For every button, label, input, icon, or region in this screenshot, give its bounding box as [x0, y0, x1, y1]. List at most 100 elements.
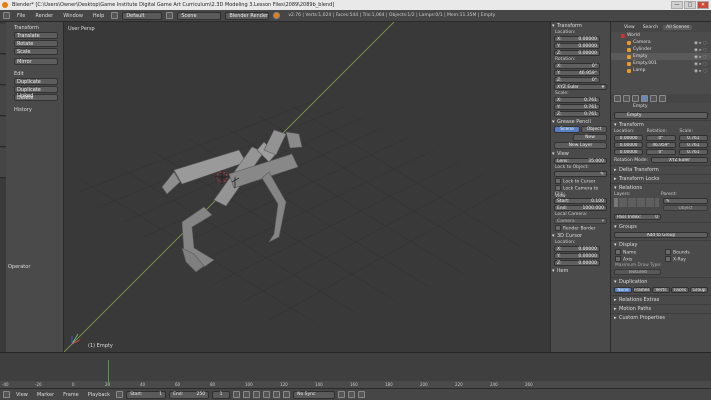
lock-to-cursor-checkbox[interactable]: Lock to Cursor	[551, 178, 610, 185]
transform-locks-header[interactable]: Transform Locks	[611, 174, 711, 184]
outliner-row-empty[interactable]: Empty ◉ ▸ ◌	[611, 53, 711, 60]
props-loc-x[interactable]: 0.00000	[614, 135, 644, 141]
parent-field[interactable]: ✎	[663, 198, 708, 204]
display-name-checkbox[interactable]: Name	[611, 249, 661, 256]
display-xray-checkbox[interactable]: X-Ray	[661, 256, 711, 263]
menu-help[interactable]: Help	[90, 13, 107, 19]
scale-button[interactable]: Scale	[14, 48, 58, 55]
outliner-row-cylinder[interactable]: Cylinder ◉ ▸ ◌	[611, 46, 711, 53]
menu-file[interactable]: File	[14, 13, 28, 19]
props-loc-z[interactable]: 0.00000	[614, 149, 644, 155]
menu-playback[interactable]: Playback	[85, 392, 113, 398]
clip-start-field[interactable]: Start: 0.100	[554, 198, 607, 204]
delta-transform-header[interactable]: Delta Transform	[611, 165, 711, 175]
scale-z-field[interactable]: Z: 0.761	[554, 111, 600, 117]
gp-object-button[interactable]: Object	[581, 126, 607, 133]
transform-panel-header[interactable]: Transform	[0, 24, 63, 32]
outliner-display-mode[interactable]: All Scenes	[663, 24, 693, 30]
menu-frame[interactable]: Frame	[60, 392, 82, 398]
layer-grid[interactable]	[614, 198, 659, 207]
gp-new-layer-button[interactable]: New Layer	[554, 142, 607, 149]
outliner-row-lamp[interactable]: Lamp ◉ ▸ ◌	[611, 67, 711, 74]
props-rotation-mode-select[interactable]: XYZ Euler	[651, 157, 708, 163]
draw-type-select[interactable]: Textured	[614, 269, 661, 275]
rotation-z-field[interactable]: Z: 0°	[554, 77, 600, 83]
rotation-x-field[interactable]: X: 0°	[554, 63, 600, 69]
menu-window[interactable]: Window	[60, 13, 86, 19]
tab-create[interactable]	[0, 55, 6, 85]
object-name-field[interactable]: Empty	[614, 112, 708, 119]
3d-cursor-header[interactable]: 3D Cursor	[551, 232, 610, 240]
gp-scene-button[interactable]: Scene	[554, 126, 580, 133]
tab-physics[interactable]	[0, 148, 6, 178]
jump-end-icon[interactable]	[283, 391, 291, 398]
parent-type-select[interactable]: Object	[663, 205, 708, 211]
duplicate-button[interactable]: Duplicate	[14, 78, 58, 85]
viewport-scene[interactable]	[64, 22, 550, 352]
props-rot-x[interactable]: 0°	[646, 135, 676, 141]
props-scale-z[interactable]: 0.761	[678, 149, 708, 155]
outliner-row-world[interactable]: World	[611, 32, 711, 39]
timeline-editor-icon[interactable]	[3, 391, 10, 398]
scale-y-field[interactable]: Y: 0.761	[554, 104, 600, 110]
display-axis-checkbox[interactable]: Axis	[611, 256, 661, 263]
duplication-header[interactable]: Duplication	[611, 277, 711, 287]
menu-marker[interactable]: Marker	[34, 392, 57, 398]
menu-view[interactable]: View	[13, 392, 31, 398]
insert-keyframe-icon[interactable]	[348, 391, 356, 398]
play-icon[interactable]	[263, 391, 271, 398]
constraints-tab-icon[interactable]	[650, 95, 657, 102]
gp-new-button[interactable]: New	[573, 134, 607, 141]
start-frame-field[interactable]: Start: 1	[126, 390, 167, 399]
dup-group-button[interactable]: Group	[690, 287, 708, 293]
lock-object-field[interactable]: ✎	[554, 171, 607, 177]
current-frame-field[interactable]: 1	[212, 390, 231, 399]
visibility-icons[interactable]: ◉ ▸ ◌	[694, 68, 707, 75]
props-transform-header[interactable]: Transform	[611, 120, 711, 130]
end-frame-field[interactable]: End: 250	[169, 390, 210, 399]
maximize-button[interactable]: □	[684, 1, 696, 9]
motion-paths-header[interactable]: Motion Paths	[611, 304, 711, 314]
grease-pencil-header[interactable]: Grease Pencil	[551, 118, 610, 126]
sync-mode-select[interactable]: No Sync	[293, 390, 336, 399]
dup-frames-button[interactable]: Frames	[633, 287, 651, 293]
display-header[interactable]: Display	[611, 240, 711, 250]
custom-properties-header[interactable]: Custom Properties	[611, 313, 711, 323]
tab-animation[interactable]	[0, 117, 6, 147]
lock-camera-to-view-checkbox[interactable]: Lock Camera to View	[551, 185, 610, 199]
cursor-z-field[interactable]: Z: 0.00000	[554, 260, 600, 266]
scale-x-field[interactable]: X: 0.761	[554, 97, 600, 103]
location-x-field[interactable]: X: 0.00000	[554, 36, 600, 42]
props-rot-z[interactable]: 0°	[646, 149, 676, 155]
render-border-checkbox[interactable]: Render Border	[551, 225, 610, 232]
record-icon[interactable]	[116, 391, 124, 398]
info-editor-icon[interactable]	[3, 12, 10, 19]
jump-start-icon[interactable]	[233, 391, 241, 398]
tab-tools[interactable]	[0, 24, 6, 54]
pass-index-field[interactable]: Pass Index: 0	[614, 214, 661, 220]
play-reverse-icon[interactable]	[253, 391, 261, 398]
dup-none-button[interactable]: None	[614, 287, 632, 293]
outliner-search-menu[interactable]: Search	[640, 25, 661, 30]
keying-set-icon[interactable]	[338, 391, 346, 398]
cursor-y-field[interactable]: Y: 0.00000	[554, 253, 600, 259]
outliner-view-menu[interactable]: View	[621, 25, 638, 30]
props-scale-y[interactable]: 0.761	[678, 142, 708, 148]
item-panel-header[interactable]: Item	[551, 267, 610, 275]
npanel-transform-header[interactable]: Transform	[551, 22, 610, 30]
prev-keyframe-icon[interactable]	[243, 391, 251, 398]
close-button[interactable]: ✕	[697, 1, 709, 9]
display-bounds-checkbox[interactable]: Bounds	[661, 249, 711, 256]
delete-button[interactable]: Delete	[14, 94, 58, 101]
physics-tab-icon[interactable]	[659, 95, 666, 102]
minimize-button[interactable]: —	[671, 1, 683, 9]
groups-header[interactable]: Groups	[611, 222, 711, 232]
object-tab-icon[interactable]	[641, 95, 648, 102]
relations-extras-header[interactable]: Relations Extras	[611, 295, 711, 305]
history-panel-header[interactable]: History	[0, 106, 63, 114]
mirror-button[interactable]: Mirror	[14, 58, 58, 65]
props-loc-y[interactable]: 0.00000	[614, 142, 644, 148]
clip-end-field[interactable]: End: 1000.000	[554, 205, 607, 211]
current-frame-indicator[interactable]	[108, 360, 109, 386]
view-panel-header[interactable]: View	[551, 150, 610, 158]
